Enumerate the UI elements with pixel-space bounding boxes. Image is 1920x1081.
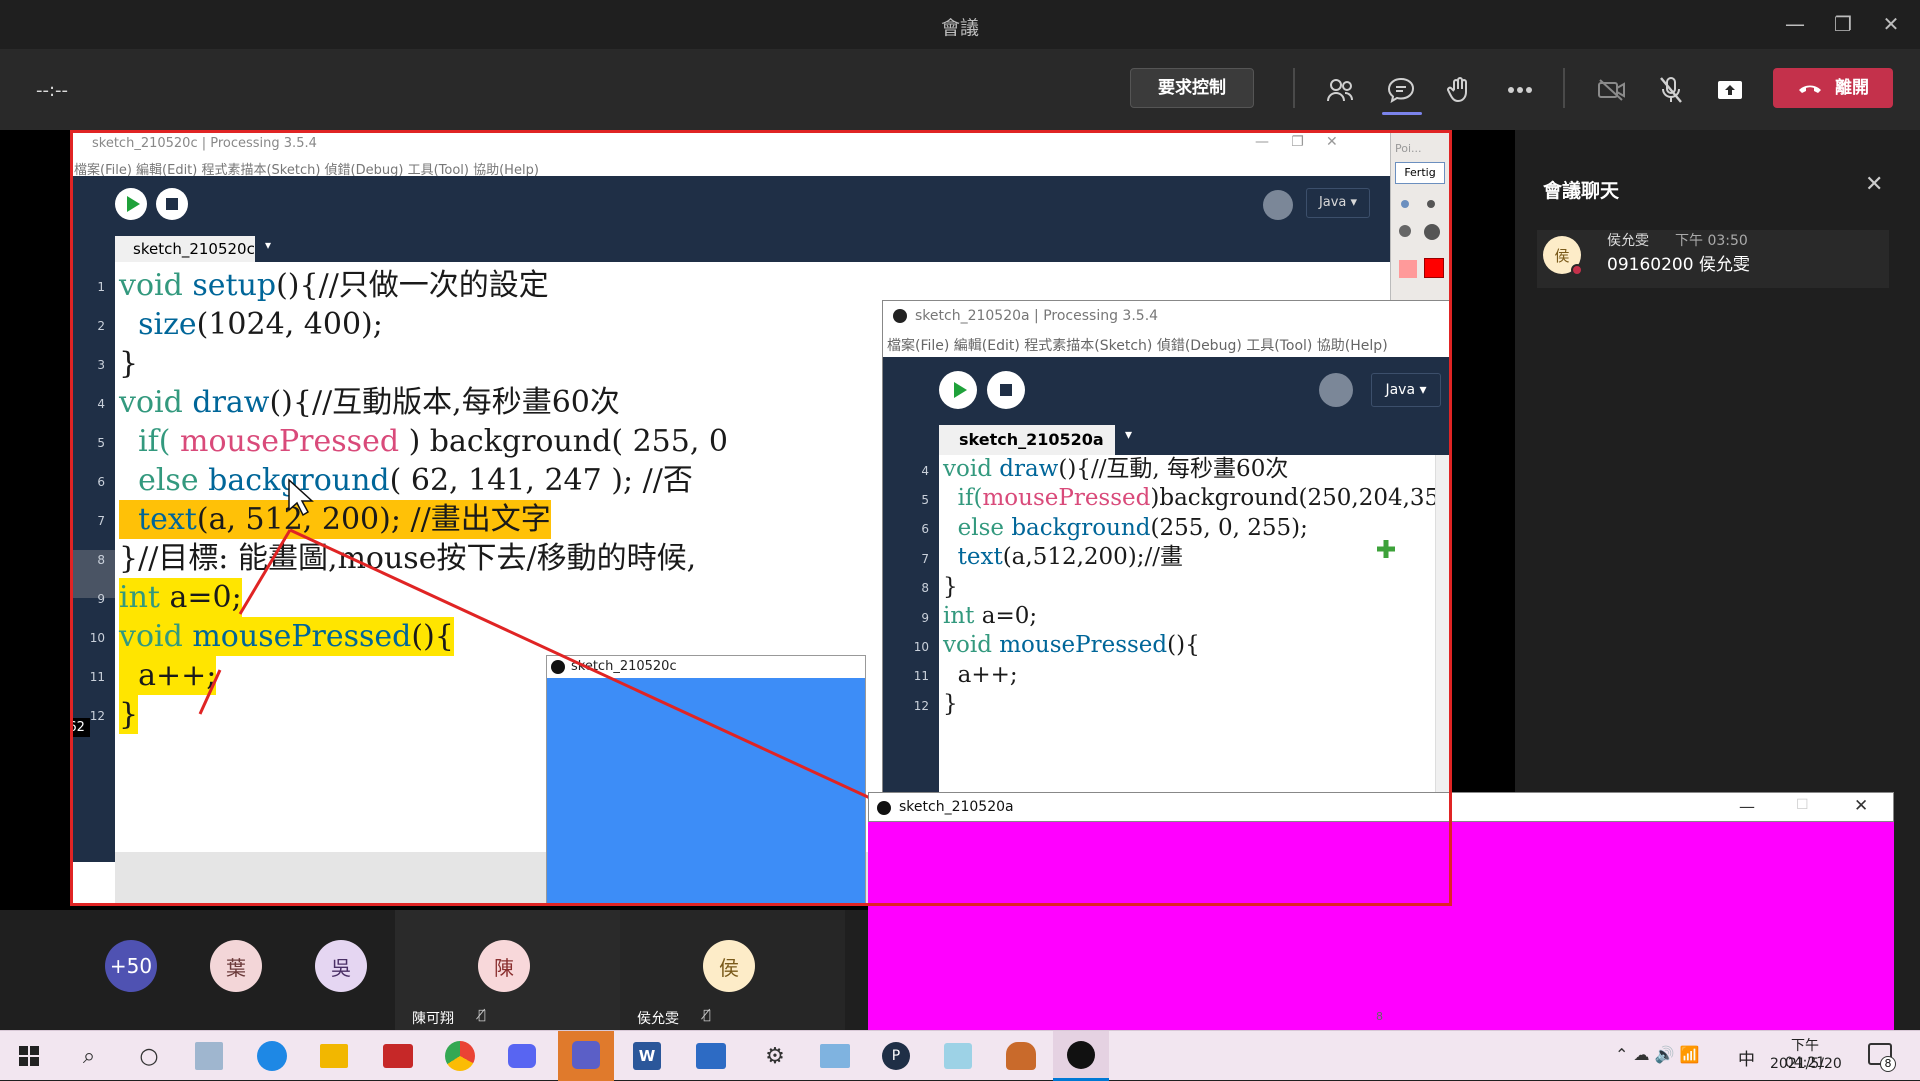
meeting-timer: --:-- [36, 80, 69, 101]
processing-icon[interactable]: P [882, 1042, 910, 1070]
chat-active-indicator [1382, 112, 1422, 115]
participant-name: 侯允雯 [637, 1011, 679, 1027]
participant-avatar[interactable]: +50 [105, 940, 157, 992]
game-app-icon[interactable] [383, 1044, 413, 1068]
microphone-muted-icon: 🎙̸ [478, 1008, 486, 1023]
participant-avatar[interactable]: 葉 [210, 940, 262, 992]
teams-taskbar-button[interactable] [558, 1031, 614, 1081]
close-chat-icon[interactable]: ✕ [1865, 172, 1883, 197]
participant-name: 陳可翔 [412, 1011, 454, 1027]
clock-date[interactable]: 2021/5/20 [1770, 1056, 1842, 1072]
meeting-toolbar: --:-- 要求控制 離開 [0, 50, 1920, 130]
teams-icon [572, 1041, 600, 1069]
message-sender: 侯允雯 [1607, 233, 1649, 249]
request-control-button[interactable]: 要求控制 [1130, 68, 1254, 108]
notification-count-badge: 8 [1880, 1056, 1896, 1072]
click-counter-text: 8 [1376, 1010, 1383, 1023]
search-icon[interactable]: ⌕ [72, 1039, 106, 1073]
share-screen-icon[interactable] [1710, 70, 1750, 110]
participants-icon[interactable] [1320, 70, 1360, 110]
close-button[interactable]: ✕ [1854, 796, 1868, 816]
leave-meeting-button[interactable]: 離開 [1773, 68, 1893, 108]
windows-start-icon[interactable] [12, 1039, 46, 1073]
message-time: 下午 03:50 [1675, 233, 1748, 249]
settings-gear-icon[interactable]: ⚙ [758, 1039, 792, 1073]
leave-label: 離開 [1834, 78, 1869, 98]
microphone-muted-icon[interactable] [1651, 70, 1691, 110]
chrome-icon[interactable] [445, 1041, 475, 1071]
toolbar-divider [1293, 68, 1295, 108]
participant-avatar[interactable]: 吳 [315, 940, 367, 992]
status-badge [1571, 264, 1583, 276]
chat-title: 會議聊天 [1543, 180, 1620, 202]
chat-message[interactable]: 侯 侯允雯 下午 03:50 09160200 侯允雯 [1537, 230, 1889, 288]
system-tray-icons[interactable]: ⌃ ☁ 🔊 📶 [1615, 1045, 1700, 1064]
restore-button[interactable]: ❐ [1828, 12, 1858, 36]
windows-taskbar: ⌕ ○ W ⚙ P ⌃ ☁ 🔊 📶 中 下午 04:21 2021/5/20 8 [0, 1030, 1920, 1081]
microphone-muted-icon: 🎙̸ [703, 1008, 711, 1023]
word-icon[interactable]: W [633, 1042, 661, 1070]
participant-avatar[interactable]: 陳 [478, 940, 530, 992]
shared-screen-content[interactable]: sketch_210520c | Processing 3.5.4 檔案(Fil… [70, 130, 1452, 906]
ime-indicator[interactable]: 中 [1738, 1045, 1755, 1070]
task-view-icon[interactable]: ○ [132, 1039, 166, 1073]
minimize-button[interactable]: — [1780, 12, 1810, 36]
close-button[interactable]: ✕ [1876, 12, 1906, 36]
hang-up-icon [1797, 78, 1835, 98]
game-app-icon[interactable] [1006, 1042, 1036, 1070]
message-text: 09160200 侯允雯 [1607, 255, 1750, 275]
discord-icon[interactable] [508, 1044, 536, 1068]
processing-sketch-icon [1067, 1041, 1095, 1069]
edge-icon[interactable] [257, 1041, 287, 1071]
notepad-icon[interactable] [944, 1043, 972, 1069]
camera-off-icon[interactable] [1592, 70, 1632, 110]
toolbar-divider [1563, 68, 1565, 108]
chat-icon[interactable] [1381, 70, 1421, 110]
maximize-button[interactable]: ☐ [1796, 797, 1809, 813]
remote-desktop-icon[interactable] [820, 1044, 850, 1068]
window-title: 會議 [940, 17, 979, 39]
file-explorer-icon[interactable] [320, 1044, 348, 1068]
minimize-button[interactable]: — [1739, 797, 1755, 816]
window-titlebar: 會議 — ❐ ✕ [0, 0, 1920, 50]
app-photos-icon[interactable] [195, 1042, 223, 1070]
more-options-icon[interactable] [1500, 70, 1540, 110]
raise-hand-icon[interactable] [1440, 70, 1480, 110]
media-app-icon[interactable] [696, 1043, 726, 1069]
processing-sketch-taskbar-button[interactable] [1053, 1031, 1109, 1081]
participant-avatar[interactable]: 侯 [703, 940, 755, 992]
sharing-border [70, 130, 1452, 906]
